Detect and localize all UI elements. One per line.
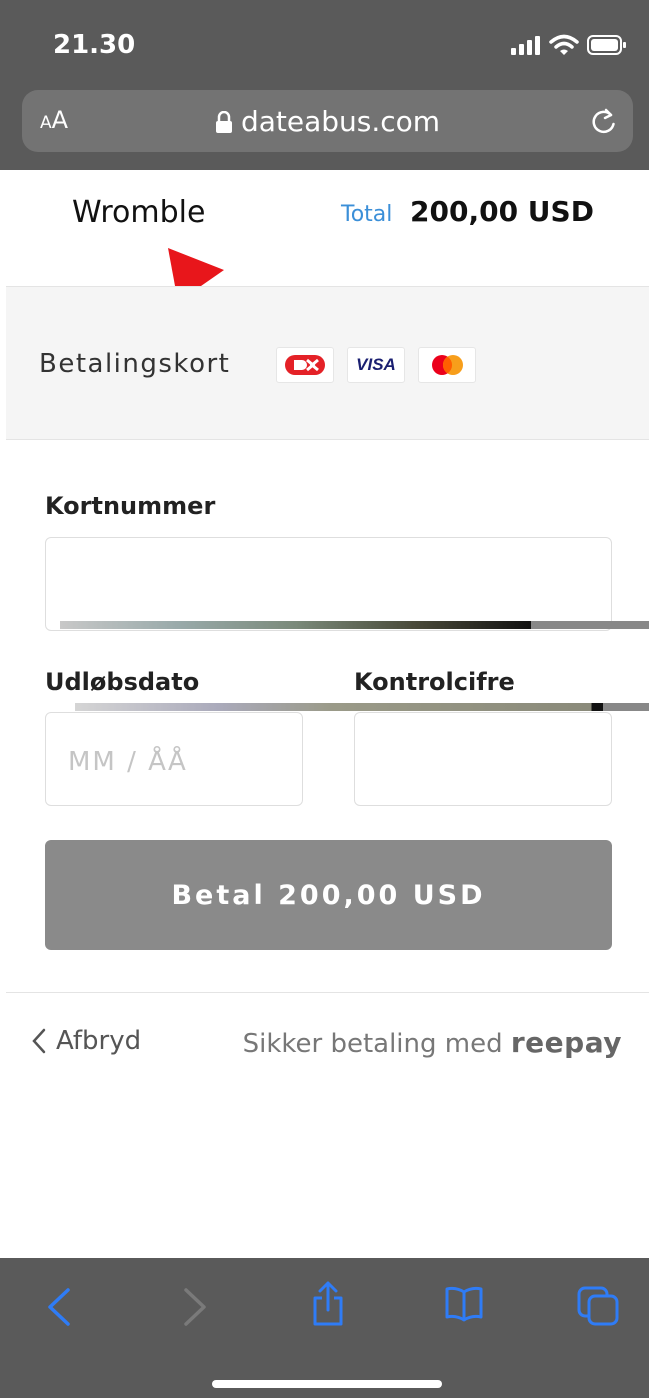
url-text: dateabus.com <box>240 105 441 138</box>
footer-divider <box>6 992 649 993</box>
browser-bottom-toolbar <box>0 1258 649 1398</box>
wifi-icon <box>549 34 579 55</box>
mastercard-icon <box>418 347 476 383</box>
cellular-signal-icon <box>511 36 540 55</box>
secure-text: Sikker betaling med <box>242 1029 503 1059</box>
card-number-field[interactable] <box>45 537 612 631</box>
payment-method-label: Betalingskort <box>39 349 231 379</box>
visa-icon: VISA <box>347 347 405 383</box>
expiry-field[interactable]: MM / ÅÅ <box>45 712 303 806</box>
cancel-label: Afbryd <box>56 1026 142 1056</box>
status-time: 21.30 <box>53 30 136 60</box>
expiry-label: Udløbsdato <box>45 668 200 696</box>
bookmarks-icon[interactable] <box>444 1286 484 1322</box>
back-icon[interactable] <box>44 1286 74 1328</box>
merchant-name: Wromble <box>72 195 206 230</box>
total-label: Total <box>341 202 393 227</box>
browser-top-bar: 21.30 AA dateabus.com <box>0 0 649 170</box>
pay-button[interactable]: Betal 200,00 USD <box>45 840 612 950</box>
reepay-logo: reepay <box>510 1026 622 1059</box>
status-icons <box>511 34 627 56</box>
secure-payment-note: Sikker betaling med reepay <box>243 1026 622 1059</box>
tabs-icon[interactable] <box>577 1286 621 1326</box>
card-number-label: Kortnummer <box>45 492 216 520</box>
chevron-left-icon <box>32 1028 46 1054</box>
home-indicator[interactable] <box>212 1380 442 1388</box>
cvc-label: Kontrolcifre <box>354 668 515 696</box>
forward-icon[interactable] <box>180 1286 210 1328</box>
address-bar[interactable]: AA dateabus.com <box>22 90 633 152</box>
reload-icon[interactable] <box>589 106 619 136</box>
battery-icon <box>587 35 626 55</box>
render-glitch-strip <box>75 703 649 711</box>
share-icon[interactable] <box>310 1280 346 1326</box>
render-glitch-strip <box>60 621 649 629</box>
cvc-field[interactable] <box>354 712 612 806</box>
lock-icon <box>215 110 232 133</box>
total-amount: 200,00 USD <box>410 195 594 228</box>
expiry-placeholder: MM / ÅÅ <box>68 747 188 777</box>
payment-method-section[interactable]: Betalingskort VISA <box>6 286 649 440</box>
dankort-icon <box>276 347 334 383</box>
url-display[interactable]: dateabus.com <box>22 105 633 138</box>
cancel-button[interactable]: Afbryd <box>32 1026 141 1056</box>
